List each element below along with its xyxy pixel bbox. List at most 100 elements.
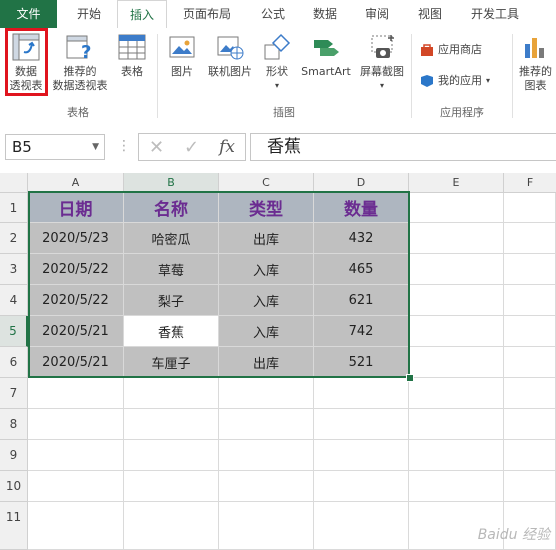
grid-cell[interactable]	[504, 440, 556, 471]
online-picture-button[interactable]: 联机图片	[204, 32, 256, 79]
row-header-11[interactable]: 11	[0, 502, 28, 550]
table-cell[interactable]: 草莓	[124, 254, 219, 285]
grid-cell[interactable]	[409, 223, 504, 254]
grid-cell[interactable]	[28, 502, 124, 550]
shapes-button[interactable]: 形状 ▾	[260, 32, 294, 93]
row-header-7[interactable]: 7	[0, 378, 28, 409]
grid-cell[interactable]	[124, 409, 219, 440]
grid-cell[interactable]	[504, 378, 556, 409]
grid-cell[interactable]	[504, 316, 556, 347]
grid-cell[interactable]	[504, 193, 556, 223]
tab-review[interactable]: 审阅	[352, 0, 402, 28]
row-header-6[interactable]: 6	[0, 347, 28, 378]
grid-cell[interactable]	[504, 409, 556, 440]
enter-icon[interactable]: ✓	[184, 137, 199, 158]
table-cell[interactable]: 432	[314, 223, 409, 254]
grid-cell[interactable]	[28, 409, 124, 440]
table-cell[interactable]: 出库	[219, 223, 314, 254]
table-cell[interactable]: 哈密瓜	[124, 223, 219, 254]
column-header-a[interactable]: A	[28, 173, 124, 193]
tab-home[interactable]: 开始	[64, 0, 114, 28]
grid-cell[interactable]	[314, 378, 409, 409]
grid-cell[interactable]	[409, 471, 504, 502]
grid-cell[interactable]	[219, 502, 314, 550]
tab-view[interactable]: 视图	[405, 0, 455, 28]
row-header-5[interactable]: 5	[0, 316, 28, 347]
grid-cell[interactable]	[28, 471, 124, 502]
grid-cell[interactable]	[28, 378, 124, 409]
grid-cell[interactable]	[504, 347, 556, 378]
grid-cell[interactable]	[409, 378, 504, 409]
table-header-cell[interactable]: 名称	[124, 193, 219, 223]
table-cell[interactable]: 621	[314, 285, 409, 316]
grid-cell[interactable]	[124, 502, 219, 550]
formula-input[interactable]: 香蕉	[250, 133, 556, 161]
table-cell[interactable]: 742	[314, 316, 409, 347]
row-header-10[interactable]: 10	[0, 471, 28, 502]
grid-cell[interactable]	[219, 409, 314, 440]
active-cell[interactable]: 香蕉	[124, 316, 219, 347]
table-cell[interactable]: 2020/5/23	[28, 223, 124, 254]
fill-handle[interactable]	[406, 374, 414, 382]
table-header-cell[interactable]: 日期	[28, 193, 124, 223]
column-header-c[interactable]: C	[219, 173, 314, 193]
grid-cell[interactable]	[124, 471, 219, 502]
column-header-f[interactable]: F	[504, 173, 556, 193]
table-header-cell[interactable]: 类型	[219, 193, 314, 223]
grid-cell[interactable]	[504, 471, 556, 502]
row-header-1[interactable]: 1	[0, 193, 28, 223]
grid-cell[interactable]	[219, 471, 314, 502]
tab-data[interactable]: 数据	[300, 0, 350, 28]
grid-cell[interactable]	[409, 440, 504, 471]
name-box[interactable]: B5 ▼	[5, 134, 105, 160]
tab-formulas[interactable]: 公式	[248, 0, 298, 28]
cancel-icon[interactable]: ✕	[149, 137, 164, 158]
row-header-4[interactable]: 4	[0, 285, 28, 316]
tab-insert[interactable]: 插入	[117, 0, 167, 29]
column-header-d[interactable]: D	[314, 173, 409, 193]
table-cell[interactable]: 入库	[219, 316, 314, 347]
table-cell[interactable]: 521	[314, 347, 409, 378]
tab-page-layout[interactable]: 页面布局	[172, 0, 242, 28]
grid-cell[interactable]	[124, 378, 219, 409]
grid-cell[interactable]	[409, 316, 504, 347]
grid-cell[interactable]	[124, 440, 219, 471]
insert-function-button[interactable]: fx	[219, 137, 235, 157]
grid-cell[interactable]	[314, 502, 409, 550]
smartart-button[interactable]: SmartArt	[298, 32, 354, 79]
grid-cell[interactable]	[504, 285, 556, 316]
my-apps-button[interactable]: 我的应用 ▾	[420, 73, 490, 89]
grid-cell[interactable]	[314, 440, 409, 471]
tab-developer[interactable]: 开发工具	[460, 0, 530, 28]
grid-cell[interactable]	[28, 440, 124, 471]
row-header-2[interactable]: 2	[0, 223, 28, 254]
app-store-button[interactable]: 应用商店	[420, 42, 482, 58]
row-header-8[interactable]: 8	[0, 409, 28, 440]
table-cell[interactable]: 入库	[219, 254, 314, 285]
table-cell[interactable]: 梨子	[124, 285, 219, 316]
table-cell[interactable]: 2020/5/21	[28, 316, 124, 347]
recommended-charts-button[interactable]: 推荐的 图表	[515, 32, 556, 93]
table-cell[interactable]: 2020/5/22	[28, 285, 124, 316]
column-header-e[interactable]: E	[409, 173, 504, 193]
column-header-b[interactable]: B	[124, 173, 219, 193]
row-header-9[interactable]: 9	[0, 440, 28, 471]
grid-cell[interactable]	[409, 409, 504, 440]
select-all-corner[interactable]	[0, 173, 28, 193]
table-cell[interactable]: 2020/5/22	[28, 254, 124, 285]
table-cell[interactable]: 车厘子	[124, 347, 219, 378]
grid-cell[interactable]	[219, 378, 314, 409]
row-header-3[interactable]: 3	[0, 254, 28, 285]
picture-button[interactable]: 图片	[164, 32, 200, 79]
recommended-pivot-button[interactable]: ? 推荐的 数据透视表	[50, 32, 110, 93]
tab-file[interactable]: 文件	[0, 0, 57, 28]
screenshot-button[interactable]: 屏幕截图 ▾	[356, 32, 408, 93]
table-button[interactable]: 表格	[114, 32, 150, 79]
table-cell[interactable]: 2020/5/21	[28, 347, 124, 378]
chevron-down-icon[interactable]: ▼	[92, 135, 99, 159]
grid-cell[interactable]	[504, 223, 556, 254]
table-cell[interactable]: 出库	[219, 347, 314, 378]
grid-cell[interactable]	[409, 285, 504, 316]
grid-cell[interactable]	[314, 471, 409, 502]
grid-cell[interactable]	[409, 254, 504, 285]
